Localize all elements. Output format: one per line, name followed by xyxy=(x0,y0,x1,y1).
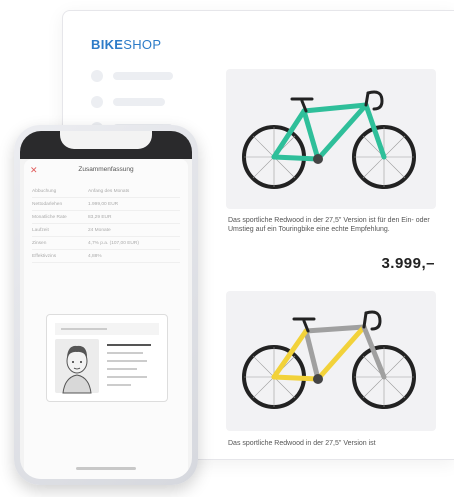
nav-bar xyxy=(113,72,173,80)
nav-item-1[interactable] xyxy=(91,70,173,82)
home-indicator[interactable] xyxy=(76,467,136,470)
sheet-header: ✕ Zusammenfassung xyxy=(24,165,188,179)
id-card-icon xyxy=(46,314,168,402)
row-label: Monatliche Rate xyxy=(32,214,67,220)
financing-summary-sheet: ✕ Zusammenfassung Abbuchung Anfang des Mo… xyxy=(24,159,188,479)
logo-light: SHOP xyxy=(123,37,162,52)
row-value: 1.999,00 EUR xyxy=(88,201,119,207)
summary-row: Zinsen 4,7% p.a. (107,00 EUR) xyxy=(32,237,180,250)
row-label: Zinsen xyxy=(32,240,47,246)
bicycle-icon xyxy=(242,90,416,189)
smartphone-mockup: ✕ Zusammenfassung Abbuchung Anfang des Mo… xyxy=(14,125,198,485)
logo-bold: BIKE xyxy=(91,37,124,52)
sheet-title: Zusammenfassung xyxy=(78,166,134,173)
product-price-1: 3.999,– xyxy=(381,255,435,272)
phone-notch xyxy=(60,131,152,149)
summary-row: Laufzeit 24 Monate xyxy=(32,224,180,237)
bikeshop-logo[interactable]: BIKESHOP xyxy=(91,37,161,52)
product-image-card-2[interactable] xyxy=(226,291,436,431)
row-value: 24 Monate xyxy=(88,227,111,233)
row-value: 4,7% p.a. (107,00 EUR) xyxy=(88,240,139,246)
nav-bar xyxy=(113,98,165,106)
summary-row: Abbuchung Anfang des Monats xyxy=(32,185,180,198)
row-label: Effektivzins xyxy=(32,253,57,259)
nav-item-2[interactable] xyxy=(91,96,165,108)
product-image-card-1[interactable] xyxy=(226,69,436,209)
summary-row: Nettodarlehen 1.999,00 EUR xyxy=(32,198,180,211)
product-description-2: Das sportliche Redwood in der 27,5" Vers… xyxy=(228,440,376,447)
row-label: Abbuchung xyxy=(32,188,57,194)
row-label: Laufzeit xyxy=(32,227,49,233)
product-description-1: Das sportliche Redwood in der 27,5" Vers… xyxy=(228,217,430,233)
summary-row: Effektivzins 4,88% xyxy=(32,250,180,263)
summary-table: Abbuchung Anfang des Monats Nettodarlehen… xyxy=(32,185,180,263)
phone-top-bar xyxy=(20,131,192,159)
row-value: 83,29 EUR xyxy=(88,214,112,220)
nav-dot xyxy=(91,96,103,108)
summary-row: Monatliche Rate 83,29 EUR xyxy=(32,211,180,224)
phone-screen: ✕ Zusammenfassung Abbuchung Anfang des Mo… xyxy=(20,131,192,479)
row-value: Anfang des Monats xyxy=(88,188,130,194)
row-label: Nettodarlehen xyxy=(32,201,63,207)
row-value: 4,88% xyxy=(88,253,102,259)
bicycle-icon xyxy=(242,310,416,409)
nav-dot xyxy=(91,70,103,82)
